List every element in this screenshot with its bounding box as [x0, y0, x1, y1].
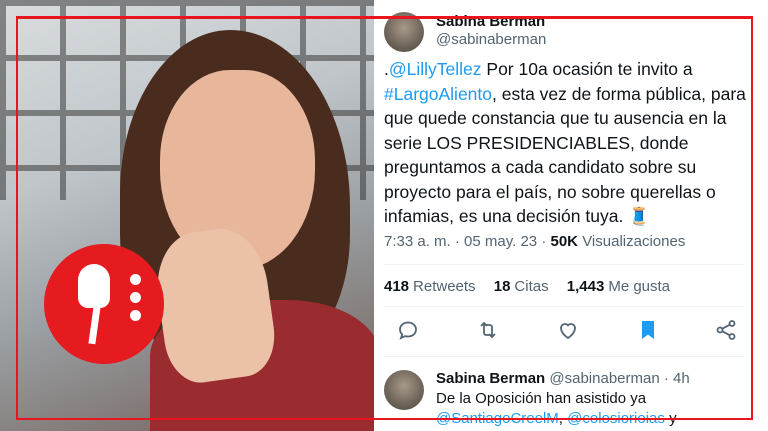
views-label: Visualizaciones — [582, 233, 686, 250]
tweet-card: Sabina Berman @sabinaberman .@LillyTelle… — [374, 0, 768, 431]
microphone-icon — [78, 264, 110, 308]
reply-avatar[interactable] — [384, 370, 424, 410]
action-bar — [396, 318, 741, 348]
hashtag-link[interactable]: #LargoAliento — [384, 84, 492, 104]
views-count: 50K — [550, 233, 579, 250]
author-handle[interactable]: @sabinaberman — [436, 31, 546, 48]
reply-time: · 4h — [663, 370, 690, 387]
tweet-time[interactable]: 7:33 a. m. — [384, 233, 451, 250]
microphone-logo — [44, 244, 164, 364]
retweet-icon[interactable] — [476, 318, 506, 348]
bookmark-icon[interactable] — [636, 318, 666, 348]
photo — [0, 0, 374, 431]
divider — [384, 356, 744, 357]
reply-mention-link[interactable]: @colosiorioias — [567, 410, 665, 427]
reply-header: Sabina Berman @sabinaberman · 4h — [436, 370, 690, 387]
reply-author-name[interactable]: Sabina Berman — [436, 370, 545, 387]
mention-link[interactable]: @LillyTellez — [389, 59, 482, 79]
retweets-stat[interactable]: 418 Retweets — [384, 278, 476, 295]
reply-icon[interactable] — [396, 318, 426, 348]
tweet-stats: 418 Retweets 18 Citas 1,443 Me gusta — [384, 278, 684, 295]
like-icon[interactable] — [556, 318, 586, 348]
share-icon[interactable] — [714, 318, 744, 348]
reply-text: De la Oposición han asistido ya @Santiag… — [436, 390, 677, 427]
tweet-meta: 7:33 a. m. · 05 may. 23 · 50K Visualizac… — [384, 233, 686, 250]
avatar[interactable] — [384, 12, 424, 52]
tweet-date[interactable]: 05 may. 23 — [464, 233, 537, 250]
tweet-text: .@LillyTellez Por 10a ocasión te invito … — [384, 59, 746, 226]
divider — [384, 306, 744, 307]
likes-stat[interactable]: 1,443 Me gusta — [567, 278, 670, 295]
reply-author-handle[interactable]: @sabinaberman — [549, 370, 659, 387]
author-name[interactable]: Sabina Berman — [436, 13, 545, 30]
reply-mention-link[interactable]: @SantiagoCreelM — [436, 410, 559, 427]
divider — [384, 264, 744, 265]
quotes-stat[interactable]: 18 Citas — [494, 278, 549, 295]
